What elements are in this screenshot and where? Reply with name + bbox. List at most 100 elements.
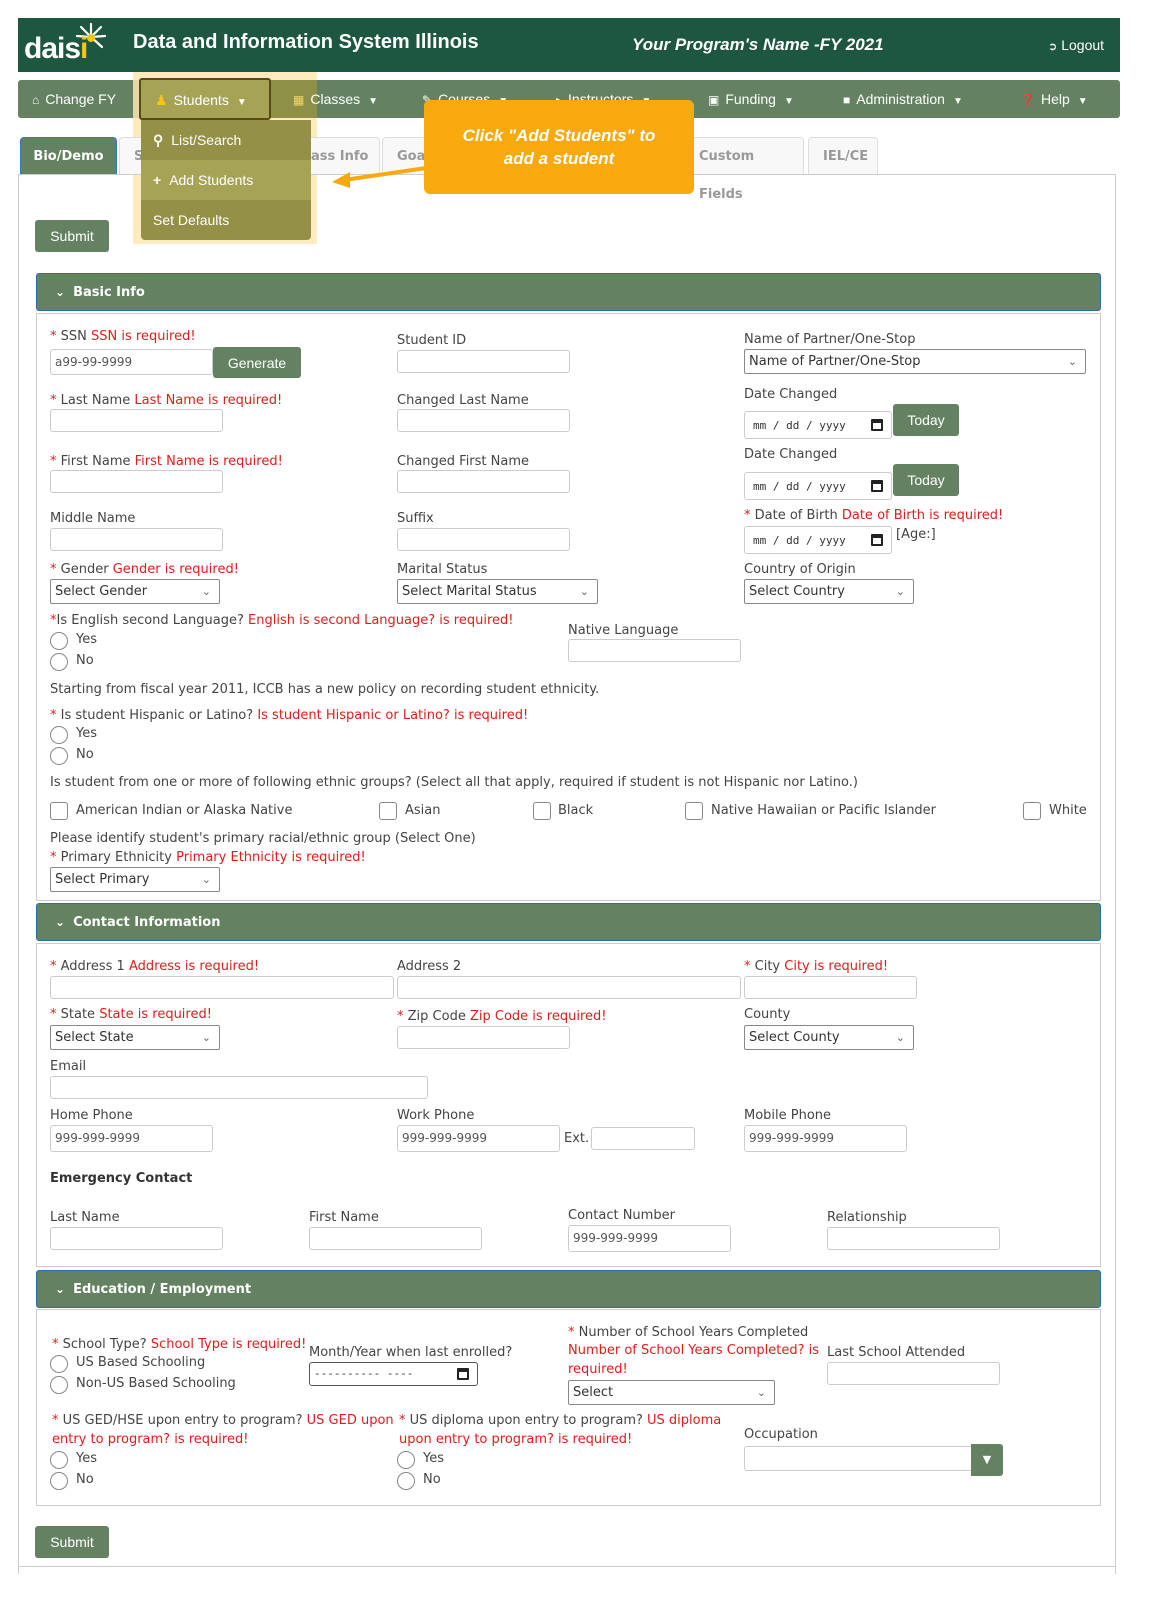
menu-item-set-defaults[interactable]: Set Defaults: [141, 200, 311, 240]
country-select[interactable]: Select Country ⌄: [744, 579, 914, 604]
dob-label: * Date of Birth Date of Birth is require…: [744, 508, 1004, 523]
caret-down-icon: ▼: [952, 96, 963, 107]
today-button-2[interactable]: Today: [893, 464, 959, 496]
ged-yes-radio[interactable]: [50, 1451, 68, 1469]
county-label: County: [744, 1007, 791, 1022]
ged-no-label: No: [76, 1472, 94, 1487]
nav-change-fy[interactable]: ⌂ Change FY: [32, 80, 116, 118]
section-basic-info-header[interactable]: ⌄ Basic Info: [36, 273, 1101, 311]
menu-item-add-students[interactable]: + Add Students: [141, 160, 311, 200]
occupation-input[interactable]: [744, 1446, 976, 1471]
years-completed-select[interactable]: Select ⌄: [568, 1380, 775, 1405]
work-phone-input[interactable]: 999-999-9999: [397, 1125, 560, 1152]
last-name-input[interactable]: [50, 409, 223, 432]
address2-input[interactable]: [397, 976, 741, 999]
section-education-header[interactable]: ⌄ Education / Employment: [36, 1270, 1101, 1308]
email-input[interactable]: [50, 1076, 428, 1099]
mobile-phone-input[interactable]: 999-999-9999: [744, 1125, 907, 1152]
em-first-name-input[interactable]: [309, 1227, 482, 1250]
state-select[interactable]: Select State ⌄: [50, 1025, 220, 1050]
marital-status-label: Marital Status: [397, 562, 488, 577]
ethnicity-note: Starting from fiscal year 2011, ICCB has…: [50, 682, 600, 697]
today-button-1[interactable]: Today: [893, 404, 959, 436]
changed-last-name-input[interactable]: [397, 409, 570, 432]
ethnic-hawaiian-checkbox[interactable]: [685, 802, 703, 820]
chevron-down-icon: ⌄: [201, 1031, 211, 1044]
em-relationship-input[interactable]: [827, 1227, 1000, 1250]
tab-bio-demo[interactable]: Bio/Demo: [20, 137, 117, 175]
ethnic-asian-checkbox[interactable]: [379, 802, 397, 820]
ethnic-american-indian-label: American Indian or Alaska Native: [76, 803, 293, 818]
date-changed-2-input[interactable]: mm / dd / yyyy: [744, 472, 892, 500]
building-icon: ▦: [293, 93, 305, 107]
hispanic-no-radio[interactable]: [50, 747, 68, 765]
city-input[interactable]: [744, 976, 917, 999]
nav-help[interactable]: ❓ Help ▼: [1020, 80, 1088, 118]
address1-input[interactable]: [50, 976, 394, 999]
submit-button-top[interactable]: Submit: [35, 220, 109, 252]
ethnic-black-label: Black: [558, 803, 594, 818]
tab-iel-ce[interactable]: IEL/CE: [808, 137, 878, 175]
ethnic-american-indian-checkbox[interactable]: [50, 802, 68, 820]
nav-administration[interactable]: ■ Administration ▼: [843, 80, 963, 118]
student-id-input[interactable]: [397, 350, 570, 373]
hispanic-no-label: No: [76, 747, 94, 762]
search-icon: ⚲: [153, 132, 164, 148]
gender-select[interactable]: Select Gender ⌄: [50, 579, 220, 604]
caret-down-icon: ▼: [368, 96, 379, 107]
middle-name-input[interactable]: [50, 528, 223, 551]
first-name-input[interactable]: [50, 470, 223, 493]
submit-button-bottom[interactable]: Submit: [35, 1526, 109, 1558]
ethnic-white-checkbox[interactable]: [1023, 802, 1041, 820]
calendar-icon: [457, 1368, 469, 1380]
hispanic-yes-radio[interactable]: [50, 726, 68, 744]
section-contact-header[interactable]: ⌄ Contact Information: [36, 903, 1101, 941]
diploma-yes-radio[interactable]: [397, 1451, 415, 1469]
ged-no-radio[interactable]: [50, 1472, 68, 1490]
diploma-no-radio[interactable]: [397, 1472, 415, 1490]
esl-yes-radio[interactable]: [50, 632, 68, 650]
suffix-input[interactable]: [397, 528, 570, 551]
ethnic-hawaiian-label: Native Hawaiian or Pacific Islander: [711, 803, 937, 818]
tab-custom-fields[interactable]: Custom Fields: [684, 137, 804, 202]
generate-ssn-button[interactable]: Generate: [213, 347, 301, 378]
last-enrolled-input[interactable]: ---------- ----: [309, 1362, 478, 1386]
logout-link[interactable]: ➲ Logout: [1048, 37, 1104, 53]
menu-item-list-search[interactable]: ⚲ List/Search: [141, 120, 311, 160]
marital-status-select[interactable]: Select Marital Status ⌄: [397, 579, 598, 604]
native-language-input[interactable]: [568, 639, 741, 662]
question-circle-icon: ❓: [1020, 93, 1035, 107]
home-phone-input[interactable]: 999-999-9999: [50, 1125, 213, 1152]
county-select[interactable]: Select County ⌄: [744, 1025, 914, 1050]
nav-classes[interactable]: ▦ Classes ▼: [293, 80, 378, 118]
emergency-contact-heading: Emergency Contact: [50, 1171, 193, 1186]
esl-no-radio[interactable]: [50, 653, 68, 671]
ssn-input[interactable]: a99-99-9999: [50, 349, 213, 375]
nav-students[interactable]: ♟ Students ▼: [139, 78, 271, 120]
school-type-non-us-radio[interactable]: [50, 1376, 68, 1394]
app-title: Data and Information System Illinois: [133, 31, 479, 53]
zip-input[interactable]: [397, 1026, 570, 1049]
gender-label: * Gender Gender is required!: [50, 562, 239, 577]
em-contact-number-input[interactable]: 999-999-9999: [568, 1225, 731, 1252]
years-completed-label: * Number of School Years Completed: [568, 1325, 809, 1340]
em-last-name-input[interactable]: [50, 1227, 223, 1250]
date-changed-2-label: Date Changed: [744, 447, 838, 462]
primary-ethnicity-select[interactable]: Select Primary ⌄: [50, 867, 220, 892]
partner-select[interactable]: Name of Partner/One-Stop ⌄: [744, 349, 1086, 374]
changed-first-name-input[interactable]: [397, 470, 570, 493]
ethnic-black-checkbox[interactable]: [533, 802, 551, 820]
nav-funding[interactable]: ▣ Funding ▼: [708, 80, 794, 118]
ext-input[interactable]: [591, 1127, 695, 1150]
last-school-input[interactable]: [827, 1362, 1000, 1385]
daisi-logo[interactable]: daisi: [22, 22, 114, 70]
chevron-down-icon: ⌄: [55, 285, 66, 299]
school-type-us-radio[interactable]: [50, 1355, 68, 1373]
date-changed-1-input[interactable]: mm / dd / yyyy: [744, 411, 892, 439]
ethnic-asian-label: Asian: [405, 803, 441, 818]
chevron-down-icon: ⌄: [756, 1386, 766, 1399]
chevron-down-icon: ⌄: [1067, 355, 1077, 368]
dob-input[interactable]: mm / dd / yyyy: [744, 526, 892, 554]
occupation-dropdown-button[interactable]: ▼: [971, 1444, 1003, 1476]
email-label: Email: [50, 1059, 87, 1074]
